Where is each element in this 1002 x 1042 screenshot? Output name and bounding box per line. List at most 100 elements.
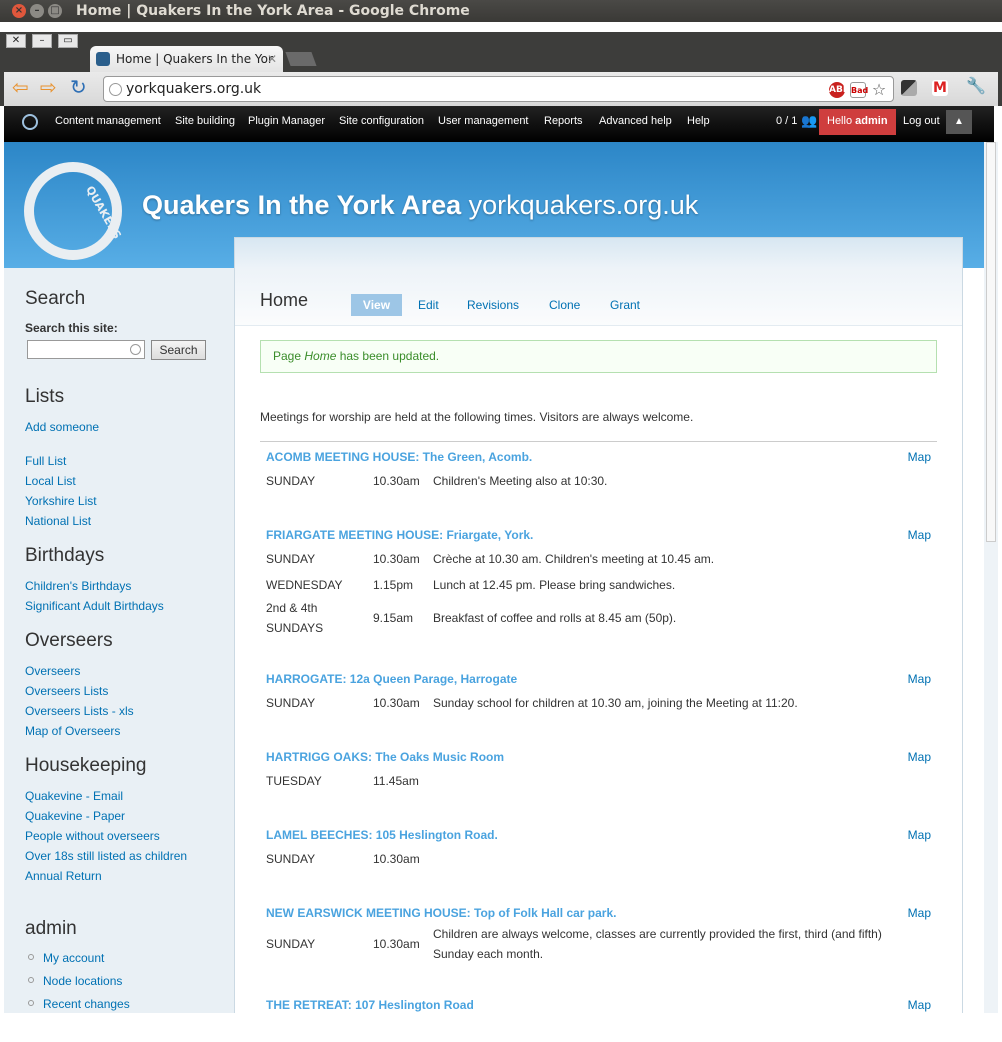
meeting-heading[interactable]: ACOMB MEETING HOUSE: The Green, Acomb. Ma… bbox=[260, 442, 937, 468]
link-my-account[interactable]: My account bbox=[43, 951, 104, 965]
meeting-time: 9.15am bbox=[373, 611, 414, 625]
scrollbar-thumb[interactable] bbox=[986, 142, 996, 542]
map-link[interactable]: Map bbox=[908, 750, 931, 764]
link-overseers-lists[interactable]: Overseers Lists bbox=[25, 684, 108, 698]
link-quakevine-email[interactable]: Quakevine - Email bbox=[25, 789, 123, 803]
meeting-time: 10.30am bbox=[373, 696, 420, 710]
meeting-heading[interactable]: LAMEL BEECHES: 105 Heslington Road. Map bbox=[260, 820, 937, 846]
link-add-someone[interactable]: Add someone bbox=[25, 420, 99, 434]
admin-menu-user-management[interactable]: User management bbox=[438, 106, 529, 136]
close-icon[interactable]: ✕ bbox=[6, 34, 26, 48]
meeting-name[interactable]: NEW EARSWICK MEETING HOUSE: Top of Folk … bbox=[266, 906, 616, 920]
meeting-day: SUNDAY bbox=[266, 552, 316, 566]
link-annual-return[interactable]: Annual Return bbox=[25, 869, 102, 883]
admin-menu-site-building[interactable]: Site building bbox=[175, 106, 235, 136]
close-window-icon[interactable]: × bbox=[12, 4, 26, 18]
link-overseers[interactable]: Overseers bbox=[25, 664, 80, 678]
status-page-link[interactable]: Home bbox=[304, 349, 336, 363]
meeting-time: 1.15pm bbox=[373, 578, 414, 592]
adblock-icon[interactable]: ABP bbox=[829, 82, 849, 98]
meeting-name[interactable]: LAMEL BEECHES: 105 Heslington Road. bbox=[266, 828, 498, 842]
users-icon: 👥 bbox=[801, 113, 818, 128]
meeting-time: 10.30am bbox=[373, 937, 420, 951]
reload-icon[interactable]: ↻ bbox=[70, 76, 87, 98]
bullet-icon bbox=[28, 977, 34, 983]
gmail-icon[interactable]: M bbox=[932, 80, 948, 96]
link-quakevine-paper[interactable]: Quakevine - Paper bbox=[25, 809, 125, 823]
wrench-icon[interactable]: 🔧 bbox=[966, 78, 986, 94]
meeting-heading[interactable]: HARTRIGG OAKS: The Oaks Music Room Map bbox=[260, 742, 937, 768]
user-name: admin bbox=[855, 115, 888, 127]
link-map-of-overseers[interactable]: Map of Overseers bbox=[25, 724, 120, 738]
meeting-time: 10.30am bbox=[373, 474, 420, 488]
tab-close-icon[interactable]: ✕ bbox=[267, 46, 277, 72]
map-link[interactable]: Map bbox=[908, 450, 931, 464]
meeting-heading[interactable]: NEW EARSWICK MEETING HOUSE: Top of Folk … bbox=[260, 898, 937, 924]
admin-menu-site-configuration[interactable]: Site configuration bbox=[339, 106, 424, 136]
link-childrens-birthdays[interactable]: Children's Birthdays bbox=[25, 579, 131, 593]
overseers-heading: Overseers bbox=[25, 630, 113, 651]
url-text: yorkquakers.org.uk bbox=[126, 81, 262, 97]
site-title[interactable]: Quakers In the York Area yorkquakers.org… bbox=[142, 190, 698, 221]
link-yorkshire-list[interactable]: Yorkshire List bbox=[25, 494, 97, 508]
minimize-icon[interactable]: – bbox=[32, 34, 52, 48]
meeting-name[interactable]: HARTRIGG OAKS: The Oaks Music Room bbox=[266, 750, 504, 764]
link-people-without-overseers[interactable]: People without overseers bbox=[25, 829, 160, 843]
link-recent-changes[interactable]: Recent changes bbox=[43, 997, 130, 1011]
admin-menu-advanced-help[interactable]: Advanced help bbox=[599, 106, 672, 136]
admin-menu-help[interactable]: Help bbox=[687, 106, 710, 136]
link-over-18s[interactable]: Over 18s still listed as children bbox=[25, 849, 187, 863]
logout-link[interactable]: Log out bbox=[903, 106, 940, 136]
tab-revisions[interactable]: Revisions bbox=[467, 294, 519, 316]
meeting-heading[interactable]: FRIARGATE MEETING HOUSE: Friargate, York… bbox=[260, 520, 937, 546]
link-adult-birthdays[interactable]: Significant Adult Birthdays bbox=[25, 599, 164, 613]
link-full-list[interactable]: Full List bbox=[25, 454, 66, 468]
map-link[interactable]: Map bbox=[908, 906, 931, 920]
maximize-window-icon[interactable]: □ bbox=[48, 4, 62, 18]
search-button[interactable]: Search bbox=[151, 340, 206, 360]
address-bar[interactable]: yorkquakers.org.uk ABP Bad ☆ bbox=[103, 76, 894, 102]
tab-grant[interactable]: Grant bbox=[610, 294, 640, 316]
map-link[interactable]: Map bbox=[908, 672, 931, 686]
map-link[interactable]: Map bbox=[908, 828, 931, 842]
meeting-spacer bbox=[260, 964, 937, 990]
window-extension-icon[interactable] bbox=[901, 80, 917, 96]
minimize-window-icon[interactable]: – bbox=[30, 4, 44, 18]
forward-icon[interactable]: ⇨ bbox=[40, 76, 57, 98]
browser-tab[interactable]: Home | Quakers In the Yor ✕ bbox=[90, 46, 283, 72]
link-overseers-lists-xls[interactable]: Overseers Lists - xls bbox=[25, 704, 134, 718]
scrollbar[interactable] bbox=[984, 142, 998, 1013]
admin-home-icon[interactable] bbox=[22, 114, 38, 130]
search-input[interactable] bbox=[27, 340, 145, 359]
bookmark-star-icon[interactable]: ☆ bbox=[871, 82, 887, 98]
meeting-name[interactable]: ACOMB MEETING HOUSE: The Green, Acomb. bbox=[266, 450, 532, 464]
tab-edit[interactable]: Edit bbox=[418, 294, 439, 316]
meeting-day: WEDNESDAY bbox=[266, 578, 343, 592]
link-national-list[interactable]: National List bbox=[25, 514, 91, 528]
meeting-note: Breakfast of coffee and rolls at 8.45 am… bbox=[433, 611, 677, 625]
tab-view[interactable]: View bbox=[351, 294, 402, 316]
map-link[interactable]: Map bbox=[908, 528, 931, 542]
meeting-name[interactable]: THE RETREAT: 107 Heslington Road bbox=[266, 998, 474, 1012]
restore-icon[interactable]: ▭ bbox=[58, 34, 78, 48]
meeting-heading[interactable]: THE RETREAT: 107 Heslington Road Map bbox=[260, 990, 937, 1016]
back-icon[interactable]: ⇦ bbox=[12, 76, 29, 98]
meeting-name[interactable]: FRIARGATE MEETING HOUSE: Friargate, York… bbox=[266, 528, 533, 542]
admin-menu-reports[interactable]: Reports bbox=[544, 106, 583, 136]
meeting-name[interactable]: HARROGATE: 12a Queen Parage, Harrogate bbox=[266, 672, 517, 686]
tab-clone[interactable]: Clone bbox=[549, 294, 580, 316]
meeting-spacer bbox=[260, 794, 937, 820]
link-node-locations[interactable]: Node locations bbox=[43, 974, 122, 988]
meeting-heading[interactable]: HARROGATE: 12a Queen Parage, Harrogate Ma… bbox=[260, 664, 937, 690]
link-local-list[interactable]: Local List bbox=[25, 474, 76, 488]
collapse-menu-icon[interactable]: ▲ bbox=[946, 110, 972, 134]
admin-menu-plugin-manager[interactable]: Plugin Manager bbox=[248, 106, 325, 136]
map-link[interactable]: Map bbox=[908, 998, 931, 1012]
meeting-row: WEDNESDAY 1.15pm Lunch at 12.45 pm. Please… bbox=[260, 572, 937, 598]
bad-extension-icon[interactable]: Bad bbox=[850, 82, 868, 98]
meeting-day: SUNDAY bbox=[266, 696, 316, 710]
meeting-spacer bbox=[260, 494, 937, 520]
admin-menu-content-management[interactable]: Content management bbox=[55, 106, 161, 136]
hello-user[interactable]: Hello admin bbox=[819, 109, 896, 135]
new-tab-button[interactable] bbox=[285, 52, 317, 66]
